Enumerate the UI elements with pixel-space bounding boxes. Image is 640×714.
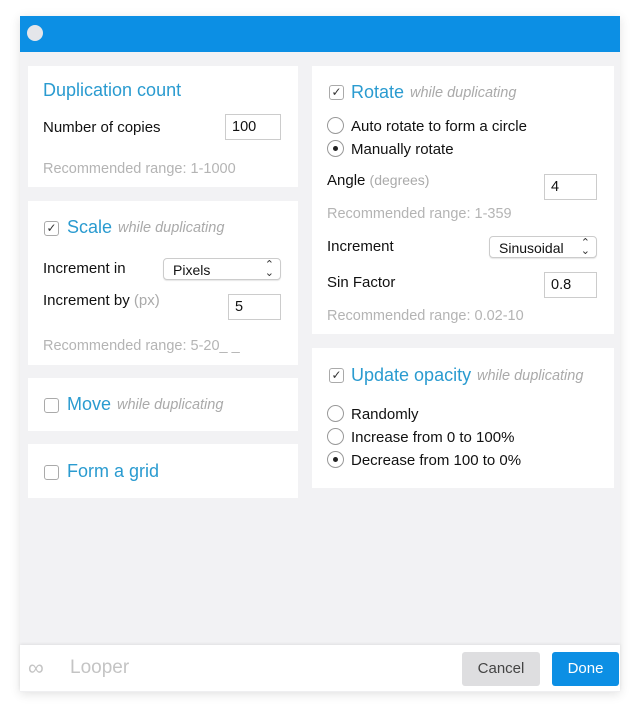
decrease-radio[interactable] xyxy=(327,451,344,468)
scale-title: Scale xyxy=(67,217,113,237)
sin-factor-hint: Recommended range: 0.02-10 xyxy=(327,308,524,324)
scale-checkbox[interactable]: ✓ xyxy=(44,221,59,236)
angle-input[interactable]: 4 xyxy=(544,174,597,200)
grid-panel: Form a grid xyxy=(28,444,298,498)
increment-select[interactable]: Sinusoidal ⌃ ⌄ xyxy=(489,236,597,258)
move-suffix: while duplicating xyxy=(117,397,224,413)
angle-label: Angle (degrees) xyxy=(327,172,430,189)
looper-window: Duplication count Number of copies 100 R… xyxy=(20,16,620,692)
increment-in-value: Pixels xyxy=(173,262,211,278)
rotate-checkbox[interactable]: ✓ xyxy=(329,85,344,100)
angle-hint: Recommended range: 1-359 xyxy=(327,206,512,222)
brand-label: Looper xyxy=(70,657,130,678)
copies-label: Number of copies xyxy=(43,119,161,136)
move-title: Move xyxy=(67,394,112,414)
grid-checkbox[interactable] xyxy=(44,465,59,480)
chevron-updown-icon: ⌃ ⌄ xyxy=(580,237,590,257)
increase-label: Increase from 0 to 100% xyxy=(351,429,515,446)
manual-rotate-label: Manually rotate xyxy=(351,141,454,158)
move-panel: Move while duplicating xyxy=(28,378,298,431)
grid-title: Form a grid xyxy=(67,461,160,481)
infinity-logo-icon: ∞ xyxy=(28,655,44,680)
rotate-suffix: while duplicating xyxy=(410,85,517,101)
increment-by-label: Increment by (px) xyxy=(43,292,160,309)
scale-panel: ✓ Scale while duplicating Increment in P… xyxy=(28,201,298,365)
copies-input[interactable]: 100 xyxy=(225,114,281,140)
move-checkbox[interactable] xyxy=(44,398,59,413)
opacity-suffix: while duplicating xyxy=(477,368,584,384)
opacity-panel: ✓ Update opacity while duplicating Rando… xyxy=(312,348,614,488)
increment-label: Increment xyxy=(327,238,394,255)
opacity-checkbox[interactable]: ✓ xyxy=(329,368,344,383)
increase-radio[interactable] xyxy=(327,428,344,445)
opacity-title: Update opacity xyxy=(351,365,472,385)
done-button[interactable]: Done xyxy=(552,652,619,686)
window-close-button[interactable] xyxy=(27,25,43,41)
increment-in-label: Increment in xyxy=(43,260,126,277)
increment-in-select[interactable]: Pixels ⌃ ⌄ xyxy=(163,258,281,280)
duplication-panel: Duplication count Number of copies 100 R… xyxy=(28,66,298,187)
sin-factor-label: Sin Factor xyxy=(327,274,396,291)
scale-suffix: while duplicating xyxy=(118,220,225,236)
auto-rotate-radio[interactable] xyxy=(327,117,344,134)
cancel-button[interactable]: Cancel xyxy=(462,652,540,686)
increment-by-input[interactable]: 5 xyxy=(228,294,281,320)
rotate-title: Rotate xyxy=(351,82,405,102)
increment-value: Sinusoidal xyxy=(499,240,564,256)
title-bar xyxy=(20,16,620,52)
footer: ∞ Looper Cancel Done xyxy=(20,645,620,691)
auto-rotate-label: Auto rotate to form a circle xyxy=(351,118,527,135)
rotate-panel: ✓ Rotate while duplicating Auto rotate t… xyxy=(312,66,614,334)
randomly-radio[interactable] xyxy=(327,405,344,422)
sin-factor-input[interactable]: 0.8 xyxy=(544,272,597,298)
scale-hint: Recommended range: 5-20_ _ xyxy=(43,338,240,354)
randomly-label: Randomly xyxy=(351,406,419,423)
copies-hint: Recommended range: 1-1000 xyxy=(43,161,236,177)
manual-rotate-radio[interactable] xyxy=(327,140,344,157)
duplication-title: Duplication count xyxy=(43,80,182,100)
decrease-label: Decrease from 100 to 0% xyxy=(351,452,522,469)
chevron-updown-icon: ⌃ ⌄ xyxy=(264,259,274,279)
